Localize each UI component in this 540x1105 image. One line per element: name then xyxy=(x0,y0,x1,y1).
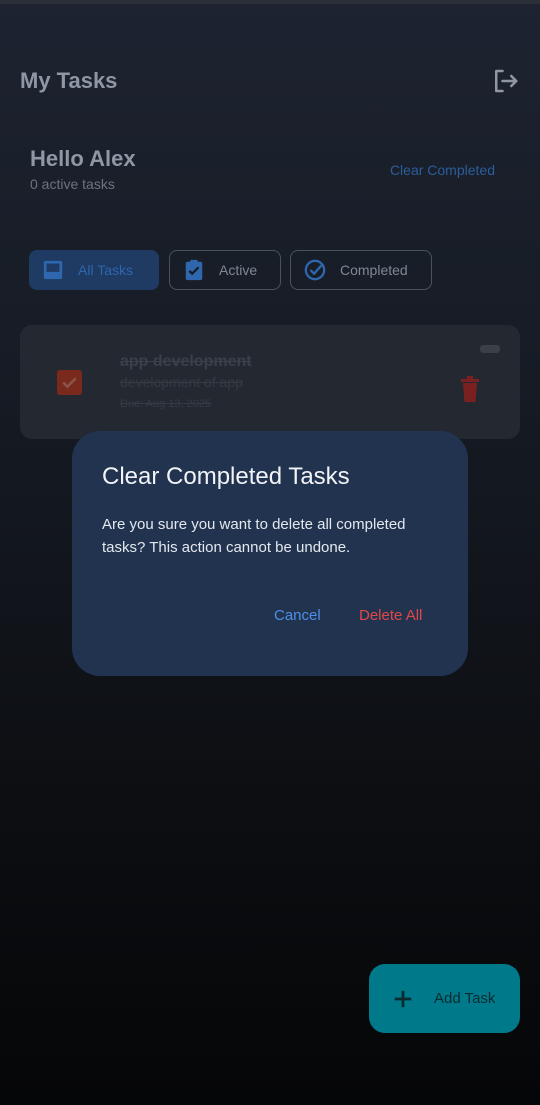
filter-active[interactable]: Active xyxy=(169,250,281,290)
plus-icon xyxy=(392,988,414,1010)
filter-completed[interactable]: Completed xyxy=(290,250,432,290)
greeting: Hello Alex 0 active tasks xyxy=(30,146,136,192)
app-screen: My Tasks Hello Alex 0 active tasks Clear… xyxy=(0,0,540,1105)
filter-label: Active xyxy=(219,262,258,278)
filter-label: All Tasks xyxy=(78,262,133,278)
check-circle-icon xyxy=(304,259,326,281)
task-priority-badge xyxy=(480,345,500,353)
delete-all-button[interactable]: Delete All xyxy=(359,607,422,624)
task-checkbox[interactable] xyxy=(57,370,82,395)
filter-all-tasks[interactable]: All Tasks xyxy=(29,250,159,290)
cancel-button[interactable]: Cancel xyxy=(274,607,321,624)
dialog-title: Clear Completed Tasks xyxy=(102,463,350,490)
greeting-name: Hello Alex xyxy=(30,146,136,171)
task-title: app development xyxy=(120,353,252,370)
page-title: My Tasks xyxy=(20,68,118,93)
dialog-message: Are you sure you want to delete all comp… xyxy=(102,516,406,556)
filter-label: Completed xyxy=(340,262,408,278)
clear-completed-dialog: Clear Completed Tasks Are you sure you w… xyxy=(72,431,468,676)
active-task-count: 0 active tasks xyxy=(30,176,115,192)
clipboard-check-icon xyxy=(183,259,205,281)
task-card[interactable]: app development development of app Due: … xyxy=(20,325,520,439)
trash-icon[interactable] xyxy=(458,376,482,402)
inbox-icon xyxy=(42,259,64,281)
add-task-button[interactable]: Add Task xyxy=(369,964,520,1033)
add-task-label: Add Task xyxy=(434,990,496,1007)
app-header: My Tasks xyxy=(20,66,520,98)
task-description: development of app xyxy=(120,374,243,390)
status-bar xyxy=(0,0,540,4)
task-due-date: Due: Aug 13, 2025 xyxy=(120,398,212,410)
clear-completed-button[interactable]: Clear Completed xyxy=(390,162,495,178)
logout-icon[interactable] xyxy=(490,66,520,96)
